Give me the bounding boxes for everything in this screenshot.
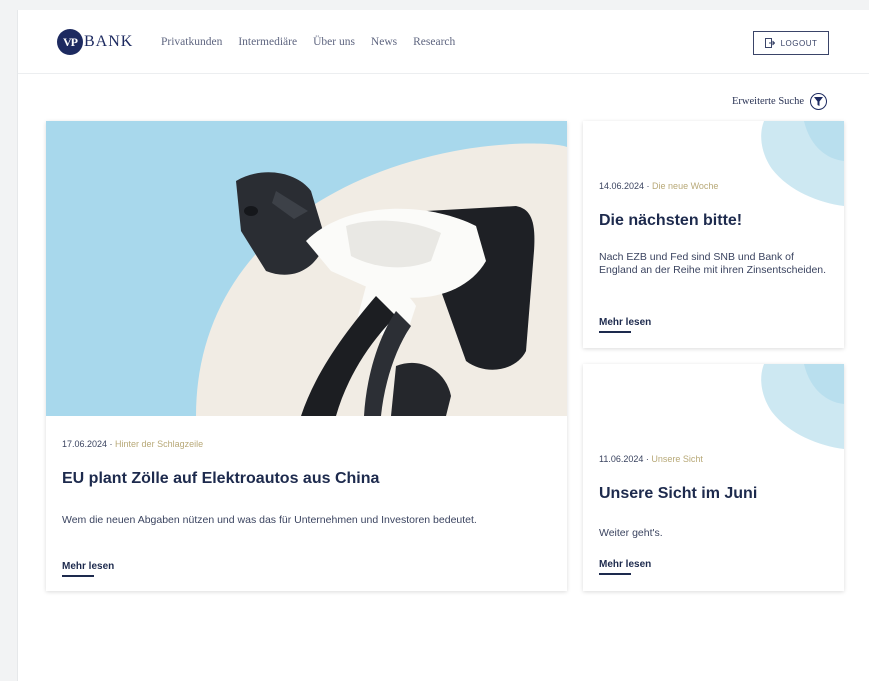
filter-icon bbox=[810, 93, 828, 110]
read-more-link[interactable]: Mehr lesen bbox=[62, 561, 114, 572]
article-category: Unsere Sicht bbox=[651, 454, 703, 464]
read-more-underline bbox=[62, 575, 94, 577]
logout-label: LOGOUT bbox=[780, 38, 818, 48]
logo-mark: VP bbox=[57, 29, 83, 55]
advanced-search-toggle[interactable]: Erweiterte Suche bbox=[732, 93, 828, 110]
nav-item-research[interactable]: Research bbox=[413, 36, 455, 48]
nav-item-ueber-uns[interactable]: Über uns bbox=[313, 36, 355, 48]
logout-button[interactable]: LOGOUT bbox=[753, 31, 829, 55]
article-description: Nach EZB und Fed sind SNB und Bank of En… bbox=[599, 251, 827, 276]
article-meta: 11.06.2024 · Unsere Sicht bbox=[599, 454, 703, 464]
article-title[interactable]: Unsere Sicht im Juni bbox=[599, 485, 834, 503]
main-nav: Privatkunden Intermediäre Über uns News … bbox=[161, 36, 455, 48]
article-date: 11.06.2024 bbox=[599, 454, 644, 464]
nav-item-intermediaere[interactable]: Intermediäre bbox=[238, 36, 297, 48]
site-header: VP BANK Privatkunden Intermediäre Über u… bbox=[18, 10, 869, 74]
read-more-link[interactable]: Mehr lesen bbox=[599, 559, 651, 570]
article-description: Wem die neuen Abgaben nützen und was das… bbox=[62, 514, 477, 526]
article-category: Die neue Woche bbox=[652, 181, 719, 191]
vp-bank-logo[interactable]: VP BANK bbox=[57, 29, 133, 55]
article-category: Hinter der Schlagzeile bbox=[115, 439, 204, 449]
article-card-side-2[interactable]: 11.06.2024 · Unsere Sicht Unsere Sicht i… bbox=[583, 364, 844, 591]
article-title[interactable]: Die nächsten bitte! bbox=[599, 212, 834, 230]
logo-word: BANK bbox=[84, 33, 134, 50]
article-description: Weiter geht's. bbox=[599, 527, 663, 539]
article-meta: 17.06.2024 · Hinter der Schlagzeile bbox=[62, 439, 204, 449]
nav-item-privatkunden[interactable]: Privatkunden bbox=[161, 36, 222, 48]
advanced-search-label: Erweiterte Suche bbox=[732, 96, 805, 107]
read-more-underline bbox=[599, 331, 631, 333]
article-meta: 14.06.2024 · Die neue Woche bbox=[599, 181, 719, 191]
article-date: 14.06.2024 bbox=[599, 181, 645, 191]
page: VP BANK Privatkunden Intermediäre Über u… bbox=[17, 10, 869, 681]
ev-charger-hero-image bbox=[46, 121, 567, 416]
article-date: 17.06.2024 bbox=[62, 439, 108, 449]
decorative-wave-shape bbox=[761, 364, 844, 449]
article-title[interactable]: EU plant Zölle auf Elektroautos aus Chin… bbox=[62, 470, 552, 488]
article-card-featured[interactable]: 17.06.2024 · Hinter der Schlagzeile EU p… bbox=[46, 121, 567, 591]
read-more-link[interactable]: Mehr lesen bbox=[599, 317, 651, 328]
read-more-underline bbox=[599, 573, 631, 575]
nav-item-news[interactable]: News bbox=[371, 36, 397, 48]
article-card-side-1[interactable]: 14.06.2024 · Die neue Woche Die nächsten… bbox=[583, 121, 844, 348]
logout-icon bbox=[764, 38, 775, 48]
